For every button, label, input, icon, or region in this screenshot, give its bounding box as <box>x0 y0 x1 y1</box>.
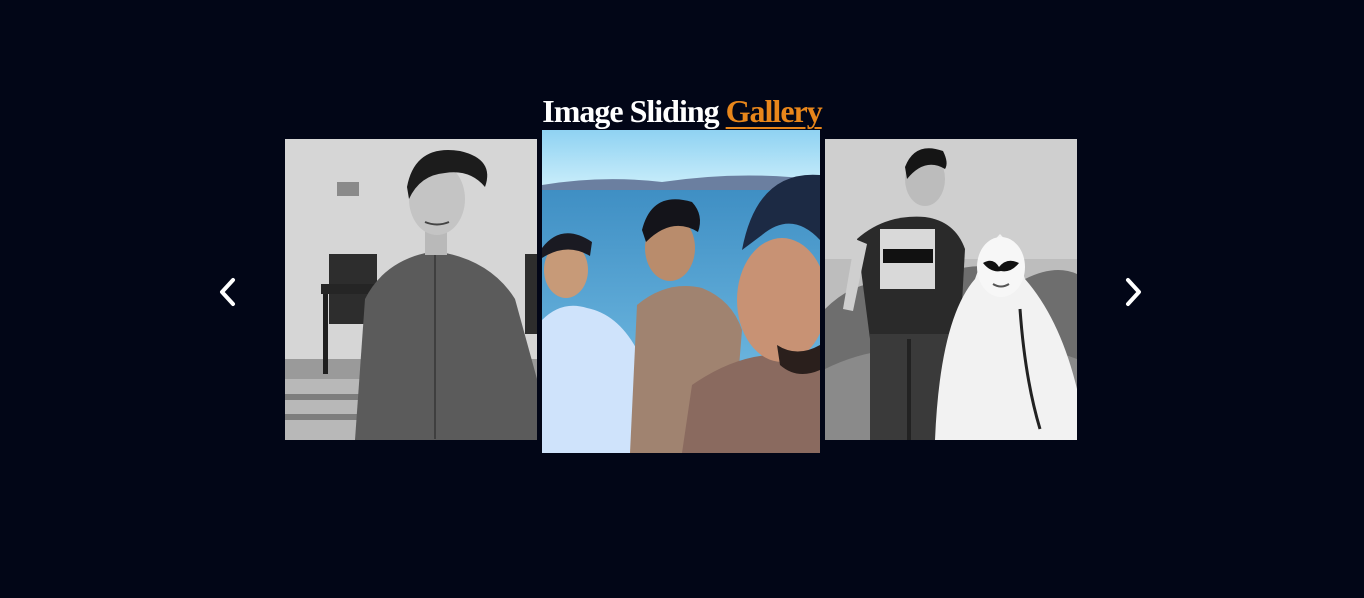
chevron-right-icon <box>1126 278 1141 306</box>
gallery-slide-right[interactable] <box>825 139 1077 440</box>
prev-slide-button[interactable] <box>210 272 246 312</box>
gallery-slide-center[interactable] <box>542 130 820 453</box>
gallery-title-accent: Gallery <box>725 93 823 130</box>
gallery-slide-left[interactable] <box>285 139 537 440</box>
slide-image-group <box>542 130 820 453</box>
slide-image-portrait <box>285 139 537 440</box>
slide-image-ghost <box>825 139 1077 440</box>
chevron-left-icon <box>220 278 235 306</box>
gallery-title: Image Sliding Gallery <box>0 91 1364 131</box>
gallery-title-main: Image Sliding <box>542 93 719 130</box>
next-slide-button[interactable] <box>1115 272 1151 312</box>
